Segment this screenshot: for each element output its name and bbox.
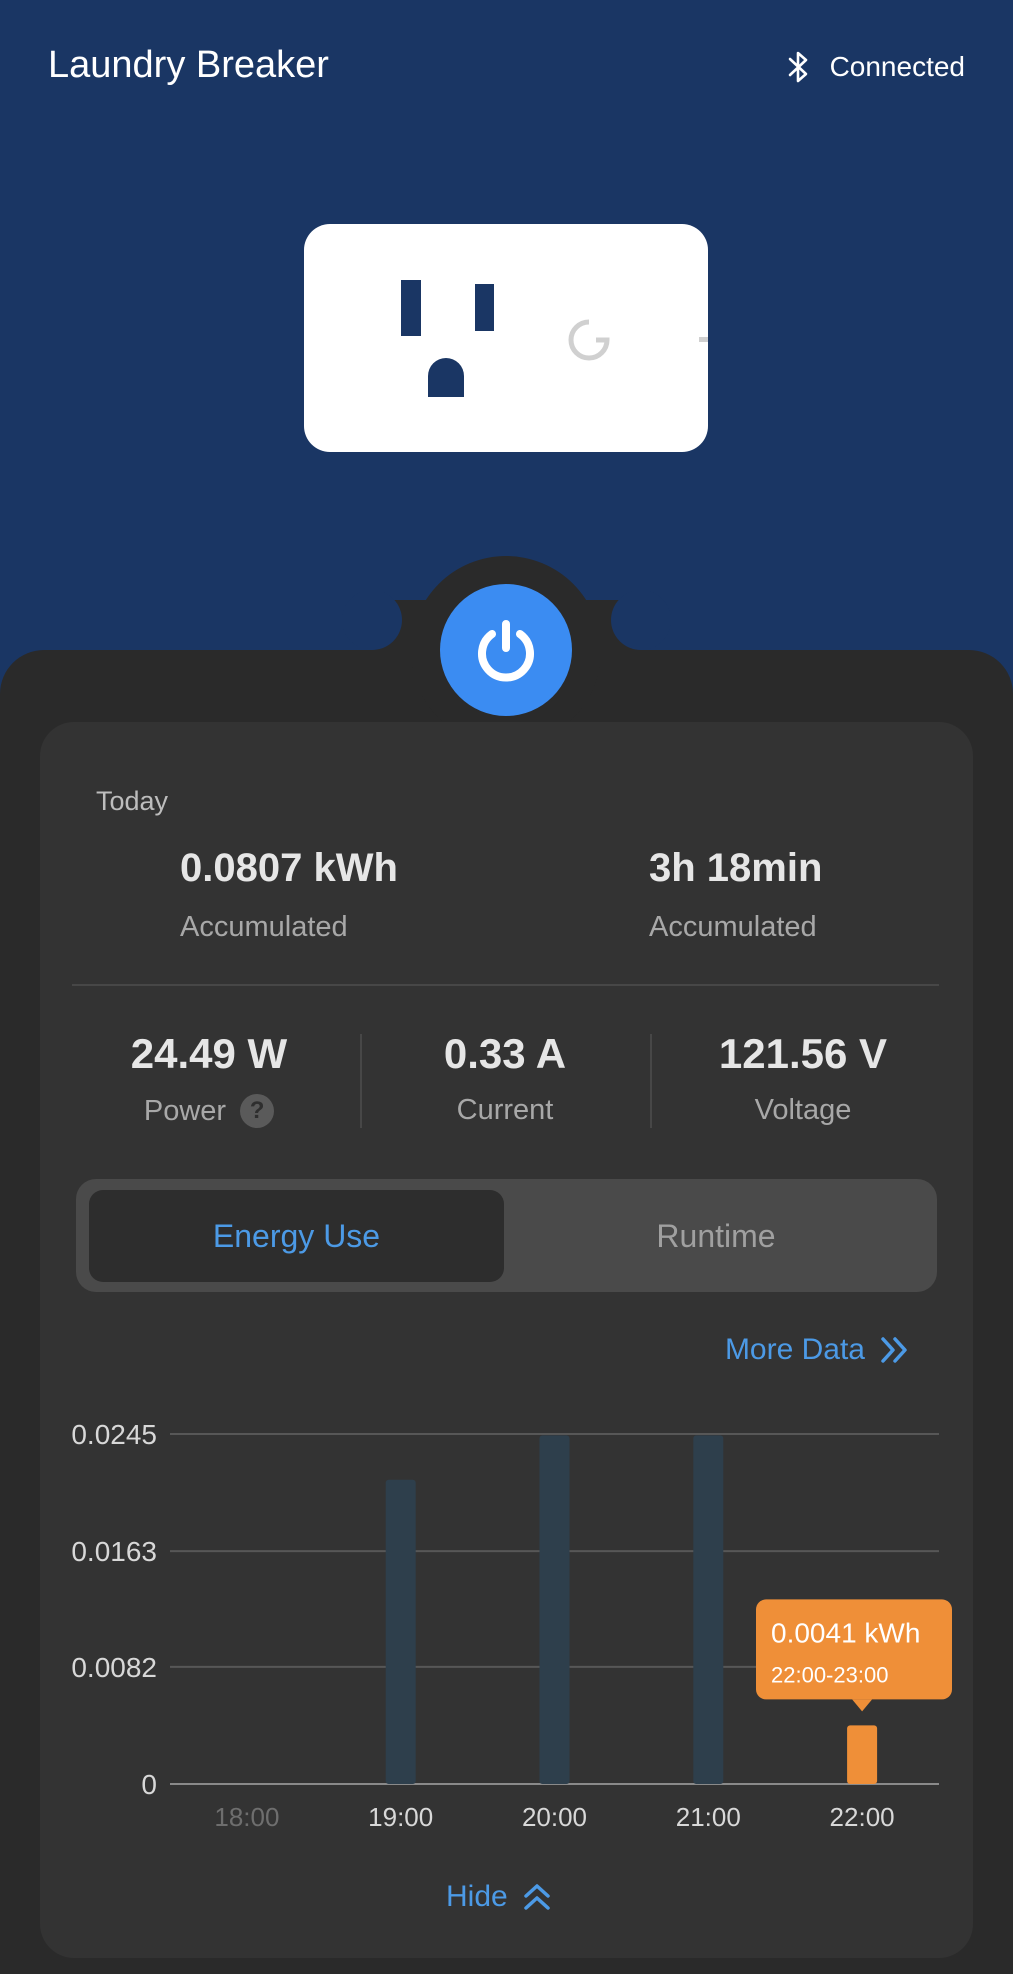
hide-label: Hide [446,1880,508,1913]
power-label: Power [143,1094,227,1127]
chart-mode-toggle: Energy Use Runtime [76,1179,937,1292]
divider [72,984,939,986]
more-data-link[interactable]: More Data [725,1333,911,1367]
tab-energy-use[interactable]: Energy Use [89,1190,504,1282]
power-metric: 24.49 W Power? [64,1030,354,1128]
outlet-graphic [304,224,708,452]
connection-label: Connected [829,51,965,82]
runtime-accumulated-label: Accumulated [649,911,817,943]
current-label: Current [456,1094,554,1126]
voltage-metric: 121.56 V Voltage [658,1030,948,1127]
page-title: Laundry Breaker [48,44,329,86]
connection-status: Connected [786,50,965,84]
power-icon [478,620,534,682]
double-chevron-right-icon [881,1337,907,1363]
power-value: 24.49 W [130,1030,288,1077]
hide-chart-button[interactable]: Hide [446,1880,552,1914]
tab-runtime[interactable]: Runtime [506,1190,926,1282]
today-label: Today [96,786,169,816]
help-icon[interactable]: ? [240,1094,275,1128]
energy-accumulated-label: Accumulated [180,911,348,943]
voltage-value: 121.56 V [718,1030,888,1077]
runtime-accumulated-value: 3h 18min [649,846,823,890]
double-chevron-up-icon [523,1884,550,1910]
divider [650,1034,652,1128]
bluetooth-icon [788,51,807,83]
voltage-label: Voltage [754,1094,852,1126]
energy-accumulated-value: 0.0807 kWh [180,846,398,890]
current-metric: 0.33 A Current [360,1030,650,1127]
power-button[interactable] [440,584,572,716]
more-data-label: More Data [724,1333,865,1366]
current-value: 0.33 A [443,1030,567,1077]
header: Laundry Breaker Connected [0,0,1013,140]
